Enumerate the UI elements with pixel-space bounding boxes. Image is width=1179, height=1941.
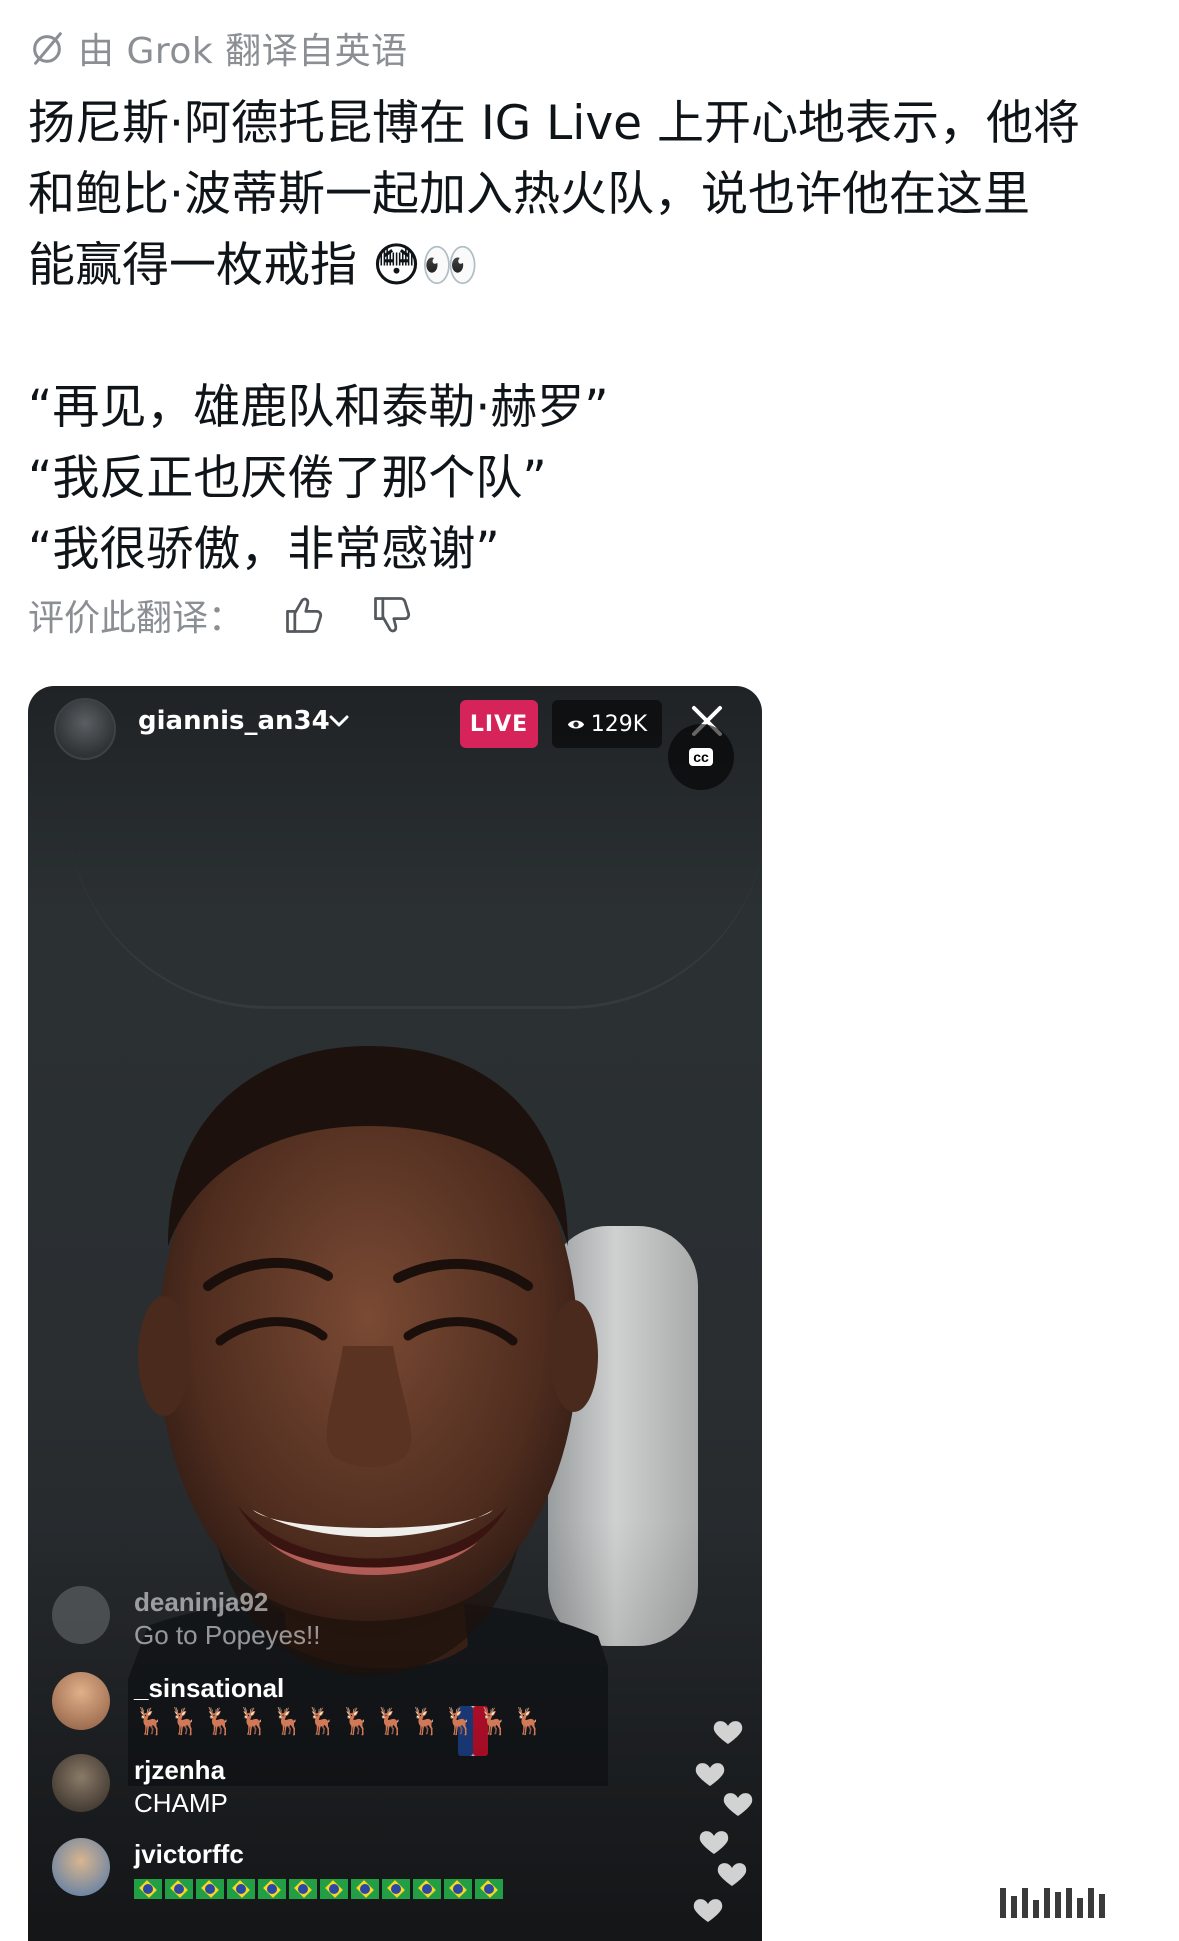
live-top-bar: giannis_an34 LIVE 129K cc — [28, 686, 762, 796]
captions-button[interactable]: cc — [668, 724, 734, 790]
post-line: 和鲍比·波蒂斯一起加入热火队，说也许他在这里 — [28, 167, 1030, 222]
heart-icon — [723, 1793, 753, 1816]
eye-icon — [567, 719, 584, 729]
host-avatar[interactable] — [54, 698, 116, 760]
thumbs-down-button[interactable] — [368, 591, 416, 639]
chevron-down-icon[interactable] — [326, 708, 352, 734]
viewer-count-value: 129K — [590, 711, 648, 737]
heart-icon — [693, 1899, 723, 1922]
viewer-count: 129K — [552, 700, 662, 748]
car-roof-shape — [68, 806, 762, 1009]
bottom-vignette — [28, 1521, 762, 1941]
grok-slash-icon — [33, 32, 62, 65]
quote-line: “我很骄傲，非常感谢” — [28, 522, 500, 577]
grok-translation-header: 由 Grok 翻译自英语 — [28, 26, 408, 72]
rate-translation-row: 评价此翻译： — [28, 588, 416, 642]
quote-line: “再见，雄鹿队和泰勒·赫罗” — [28, 380, 609, 435]
host-username[interactable]: giannis_an34 — [138, 706, 330, 736]
post-line: 能赢得一枚戒指 😳👀 — [28, 238, 480, 293]
post-body: 扬尼斯·阿德托昆博在 IG Live 上开心地表示，他将 和鲍比·波蒂斯一起加入… — [28, 88, 1153, 585]
heart-icon — [713, 1721, 743, 1744]
thumbs-down-icon — [374, 597, 411, 633]
cc-icon: cc — [689, 748, 713, 766]
live-badge: LIVE — [460, 700, 538, 748]
translation-source-label: 由 Grok 翻译自英语 — [78, 31, 408, 72]
heart-icon — [699, 1831, 729, 1854]
post-line: 扬尼斯·阿德托昆博在 IG Live 上开心地表示，他将 — [28, 96, 1081, 151]
instagram-live-screenshot: giannis_an34 LIVE 129K cc deaninja92 Go … — [28, 686, 762, 1941]
floating-hearts — [693, 1721, 753, 1922]
heart-icon — [717, 1863, 747, 1886]
rate-translation-label: 评价此翻译： — [28, 598, 245, 639]
heart-icon — [695, 1763, 725, 1786]
thumbs-up-button[interactable] — [280, 591, 328, 639]
thumbs-up-icon — [286, 597, 323, 633]
quote-line: “我反正也厌倦了那个队” — [28, 451, 547, 506]
watermark-bars — [1000, 1888, 1105, 1918]
